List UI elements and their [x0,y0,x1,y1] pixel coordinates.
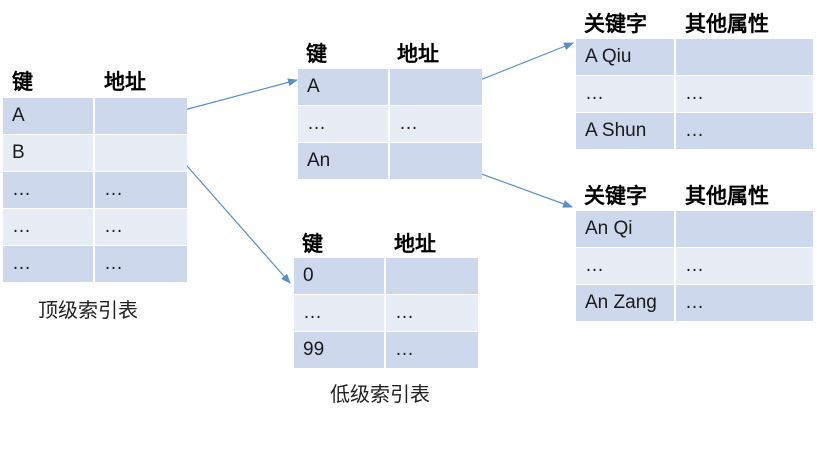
table-row: An Qi [576,211,813,247]
key-cell: … [298,106,390,142]
key-cell: … [3,172,95,208]
records1-header-attributes: 其他属性 [685,13,769,36]
low-table-caption: 低级索引表 [330,384,430,406]
address-cell: … [390,106,482,142]
attribute-cell [676,39,813,75]
attribute-cell: … [676,285,813,321]
top-table-header-address: 地址 [104,71,146,94]
table-row: … … [576,248,813,284]
table-row: An [298,143,482,179]
address-cell: … [95,246,187,282]
table-row: 0 [294,258,478,294]
key-cell: An Qi [576,211,676,247]
key-cell: A [3,98,95,134]
low-table-header-address: 地址 [394,233,436,256]
key-cell: An Zang [576,285,676,321]
key-cell: An [298,143,390,179]
key-cell: … [3,246,95,282]
arrow-a-to-mid [172,78,298,114]
address-cell: … [95,209,187,245]
key-cell: 99 [294,332,386,368]
arrow-b-to-low [172,149,291,284]
key-cell: … [576,76,676,112]
key-cell: 0 [294,258,386,294]
table-row: 99 … [294,332,478,368]
key-cell: … [576,248,676,284]
key-cell: A Qiu [576,39,676,75]
attribute-cell: … [676,113,813,149]
table-row: A [298,69,482,105]
key-cell: A [298,69,390,105]
key-cell: … [3,209,95,245]
records1-header-key: 关键字 [584,13,647,36]
records2-header-key: 关键字 [584,185,647,208]
top-table-caption: 顶级索引表 [38,300,138,322]
address-cell [95,135,187,171]
table-row: A Shun … [576,113,813,149]
mid-table-header-key: 键 [306,43,327,66]
address-cell [390,143,482,179]
key-cell: … [294,295,386,331]
attribute-cell: … [676,248,813,284]
table-row: … … [294,295,478,331]
table-row: An Zang … [576,285,813,321]
table-row: B [3,135,187,171]
key-cell: A Shun [576,113,676,149]
address-cell [386,258,478,294]
table-row: … … [3,246,187,282]
table-row: A [3,98,187,134]
table-row: … … [298,106,482,142]
low-table-header-key: 键 [302,233,323,256]
address-cell: … [386,332,478,368]
table-row: … … [576,76,813,112]
attribute-cell: … [676,76,813,112]
key-cell: B [3,135,95,171]
address-cell [95,98,187,134]
records2-header-attributes: 其他属性 [685,185,769,208]
table-row: … … [3,172,187,208]
attribute-cell [676,211,813,247]
table-row: A Qiu [576,39,813,75]
mid-table-header-address: 地址 [397,43,439,66]
address-cell [390,69,482,105]
top-table-header-key: 键 [12,71,33,94]
address-cell: … [386,295,478,331]
table-row: … … [3,209,187,245]
address-cell: … [95,172,187,208]
